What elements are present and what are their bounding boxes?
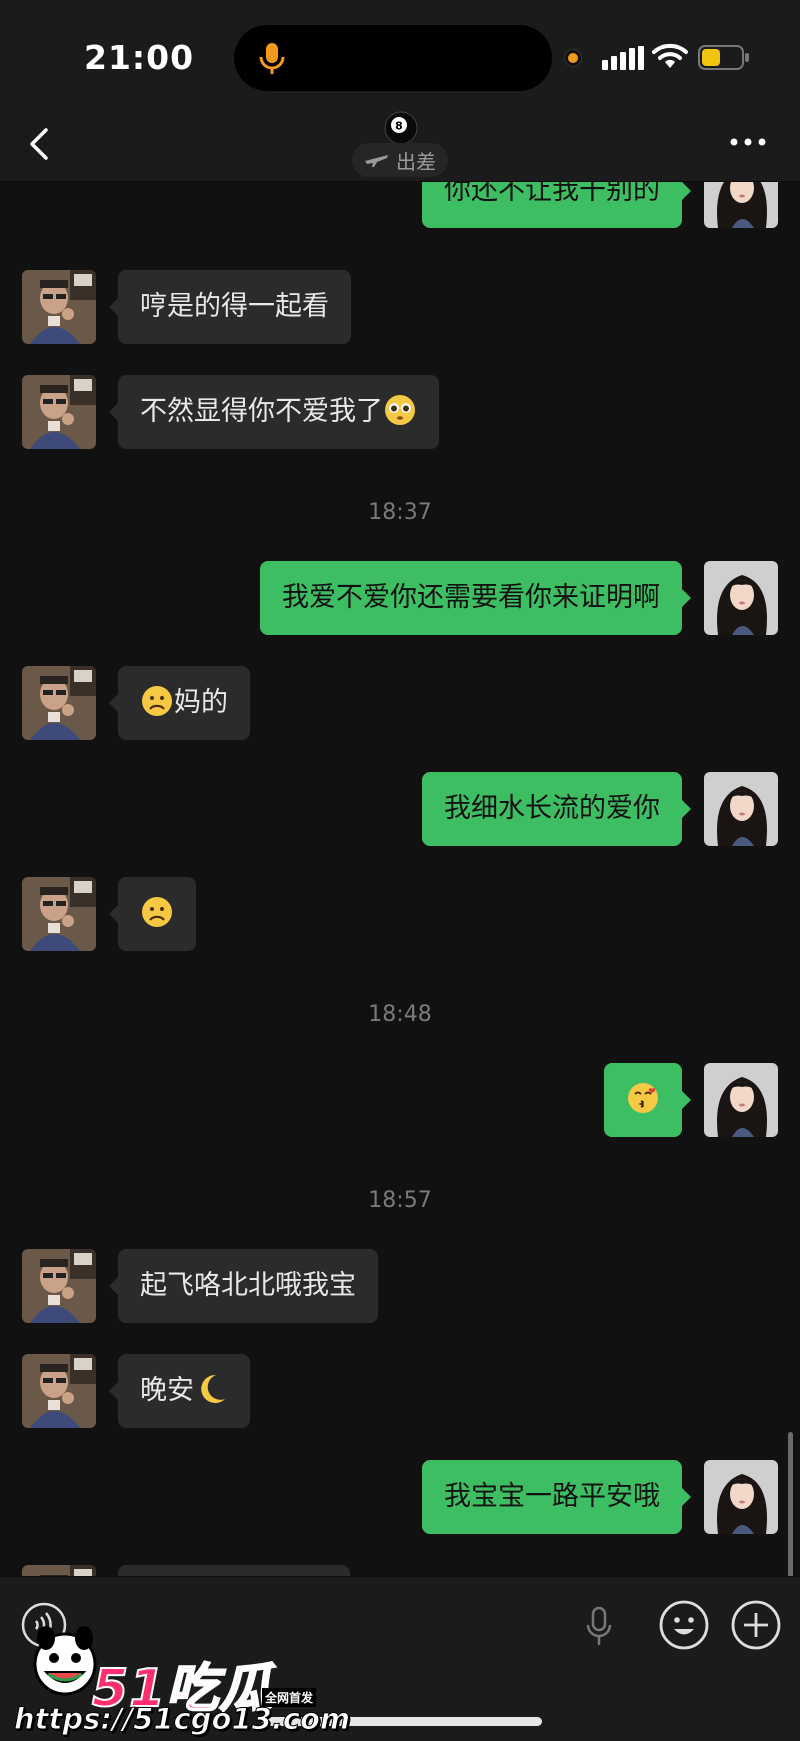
message-bubble-incoming[interactable] (118, 1565, 350, 1576)
message-bubble-outgoing[interactable]: 我爱不爱你还需要看你来证明啊 (260, 561, 691, 635)
message-bubble-incoming[interactable] (109, 877, 196, 951)
contact-avatar[interactable] (22, 666, 96, 740)
contact-status-badge[interactable]: 出差 (352, 143, 448, 177)
kissing-face-icon (628, 1083, 658, 1113)
contact-avatar[interactable] (22, 1354, 96, 1428)
microphone-icon[interactable] (584, 1605, 614, 1649)
message-text: 我细水长流的爱你 (444, 793, 660, 824)
message-text: 哼是的得一起看 (140, 291, 329, 322)
my-avatar-image (704, 1063, 778, 1137)
privacy-indicator-dot (565, 50, 581, 66)
pleading-face-icon (385, 395, 415, 425)
my-avatar[interactable] (704, 182, 778, 228)
frowning-face-icon (142, 897, 172, 927)
contact-avatar[interactable] (22, 375, 96, 449)
contact-avatar-image (22, 877, 96, 951)
contact-avatar-image (22, 1565, 96, 1576)
timestamp: 18:48 (368, 1002, 432, 1027)
wifi-icon (652, 43, 688, 68)
my-avatar-image (704, 772, 778, 846)
watermark-url: https://51cgo13.com (13, 1702, 351, 1737)
my-avatar-image (704, 561, 778, 635)
my-avatar-image (704, 1460, 778, 1534)
watermark: 51吃瓜 全网首发 https://51cgo13.com (6, 1608, 351, 1738)
svg-text:8: 8 (395, 120, 403, 133)
crescent-moon-icon (201, 1374, 225, 1403)
contact-avatar[interactable] (22, 877, 96, 951)
message-bubble-incoming[interactable]: 起飞咯北北哦我宝 (109, 1249, 378, 1323)
frowning-face-icon (142, 686, 172, 716)
eight-ball-icon[interactable]: 8 (383, 110, 419, 146)
message-text: 晚安 (140, 1375, 194, 1406)
contact-status-text: 出差 (396, 149, 436, 174)
contact-avatar[interactable] (22, 1249, 96, 1323)
add-attachment-icon[interactable] (730, 1599, 782, 1651)
message-text: 妈的 (174, 687, 228, 718)
message-bubble-incoming[interactable]: 晚安 (109, 1354, 250, 1428)
my-avatar[interactable] (704, 1460, 778, 1534)
timestamp: 18:57 (368, 1188, 432, 1213)
message-list[interactable]: 你还不让我干别的 哼是的得一起看 不然显得你不爱我了 18:37 我爱不爱你还需… (0, 182, 800, 1576)
back-arrow-icon[interactable] (24, 124, 54, 164)
message-bubble-outgoing[interactable]: 我细水长流的爱你 (422, 772, 691, 846)
scrollbar[interactable] (788, 1432, 793, 1576)
chat-header: 8 出差 (0, 110, 800, 182)
contact-avatar[interactable] (22, 1565, 96, 1576)
message-text: 我宝宝一路平安哦 (444, 1481, 660, 1512)
contact-avatar-image (22, 1249, 96, 1323)
message-bubble-outgoing[interactable]: 你还不让我干别的 (422, 182, 691, 228)
status-bar: 21:00 (0, 0, 800, 110)
more-options-icon[interactable] (728, 132, 768, 152)
emoji-icon[interactable] (658, 1599, 710, 1651)
contact-avatar-image (22, 1354, 96, 1428)
message-text: 起飞咯北北哦我宝 (140, 1270, 356, 1301)
my-avatar-image (704, 182, 778, 228)
microphone-indicator-icon (259, 43, 285, 74)
airplane-icon (365, 155, 388, 167)
contact-avatar[interactable] (22, 270, 96, 344)
status-time: 21:00 (84, 38, 195, 77)
timestamp: 18:37 (368, 500, 432, 525)
my-avatar[interactable] (704, 561, 778, 635)
message-text: 不然显得你不爱我了 (140, 396, 383, 427)
mascot-logo-icon (33, 1626, 97, 1696)
my-avatar[interactable] (704, 772, 778, 846)
message-bubble-incoming[interactable]: 哼是的得一起看 (109, 270, 351, 344)
contact-avatar-image (22, 270, 96, 344)
message-text: 你还不让我干别的 (444, 182, 660, 206)
message-text: 我爱不爱你还需要看你来证明啊 (282, 582, 660, 613)
contact-avatar-image (22, 666, 96, 740)
my-avatar[interactable] (704, 1063, 778, 1137)
dynamic-island (234, 25, 552, 91)
contact-avatar-image (22, 375, 96, 449)
message-bubble-outgoing[interactable] (604, 1063, 691, 1137)
battery-icon (698, 45, 749, 70)
cellular-signal-icon (602, 46, 644, 70)
message-bubble-outgoing[interactable]: 我宝宝一路平安哦 (422, 1460, 691, 1534)
message-bubble-incoming[interactable]: 妈的 (109, 666, 250, 740)
message-bubble-incoming[interactable]: 不然显得你不爱我了 (109, 375, 439, 449)
